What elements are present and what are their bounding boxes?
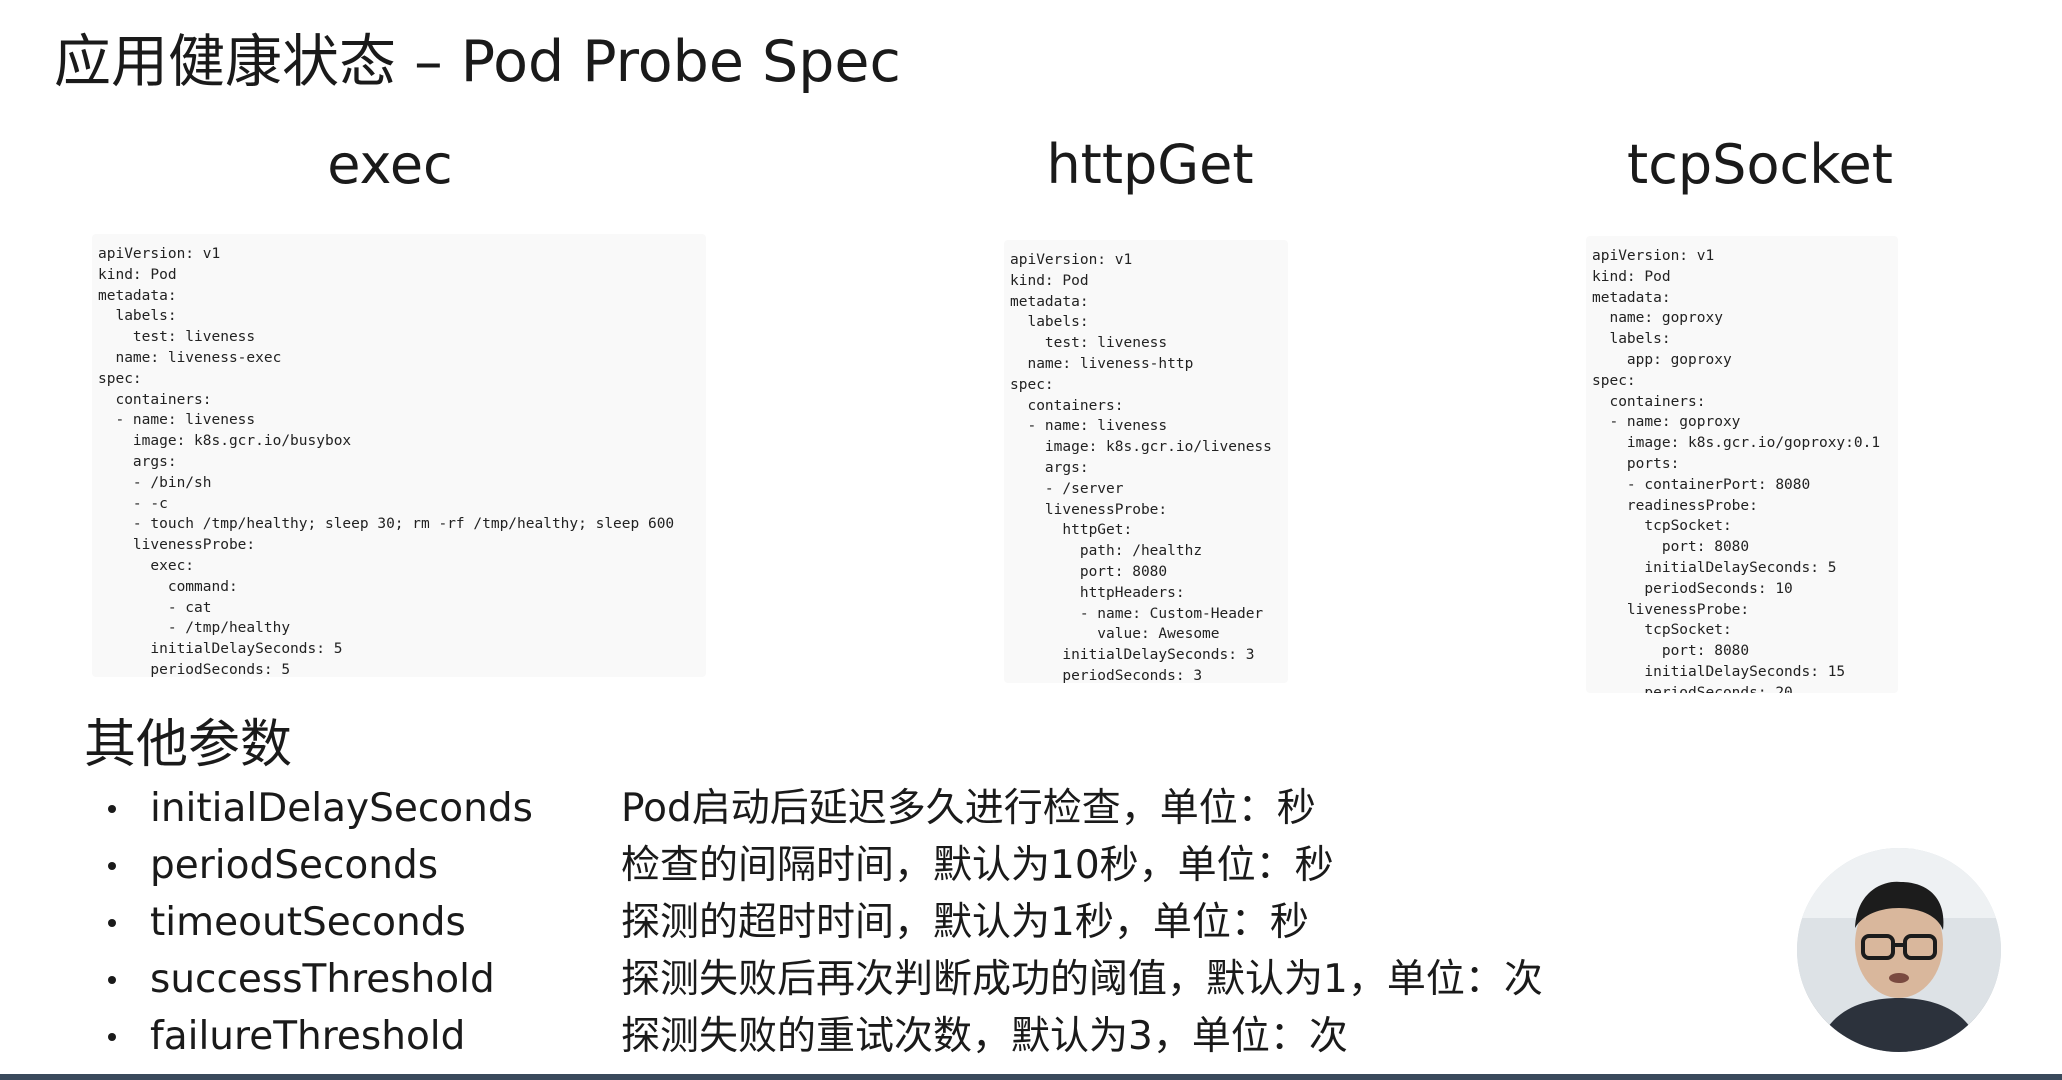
presenter-webcam-avatar [1797, 848, 2001, 1052]
param-name: periodSeconds [150, 843, 439, 888]
param-row: successThreshold 探测失败后再次判断成功的阈值，默认为1，单位：… [108, 952, 1608, 1008]
slide-title: 应用健康状态 – Pod Probe Spec [54, 29, 901, 95]
param-row: timeoutSeconds 探测的超时时间，默认为1秒，单位：秒 [108, 895, 1608, 951]
bullet-dot-icon [108, 805, 116, 813]
param-desc: Pod启动后延迟多久进行检查，单位：秒 [621, 786, 1316, 831]
param-name: failureThreshold [150, 1014, 466, 1059]
bullet-dot-icon [108, 1033, 116, 1041]
param-name: initialDelaySeconds [150, 786, 533, 831]
param-row: initialDelaySeconds Pod启动后延迟多久进行检查，单位：秒 [108, 781, 1608, 837]
code-block-httpget: apiVersion: v1 kind: Pod metadata: label… [1004, 240, 1288, 683]
code-block-tcpsocket: apiVersion: v1 kind: Pod metadata: name:… [1586, 236, 1898, 693]
code-text-httpget: apiVersion: v1 kind: Pod metadata: label… [1010, 252, 1272, 683]
column-heading-tcpsocket: tcpSocket [1627, 133, 1893, 196]
param-name: successThreshold [150, 957, 495, 1002]
section-title-other-params: 其他参数 [84, 715, 293, 775]
bullet-dot-icon [108, 862, 116, 870]
column-heading-exec: exec [327, 133, 453, 196]
code-block-exec: apiVersion: v1 kind: Pod metadata: label… [92, 234, 706, 677]
param-desc: 探测失败后再次判断成功的阈值，默认为1，单位：次 [621, 957, 1543, 1002]
param-row: failureThreshold 探测失败的重试次数，默认为3，单位：次 [108, 1009, 1608, 1065]
param-desc: 探测失败的重试次数，默认为3，单位：次 [621, 1014, 1348, 1059]
param-desc: 探测的超时时间，默认为1秒，单位：秒 [621, 900, 1309, 945]
code-text-tcpsocket: apiVersion: v1 kind: Pod metadata: name:… [1592, 248, 1881, 693]
param-row: periodSeconds 检查的间隔时间，默认为10秒，单位：秒 [108, 838, 1608, 894]
param-name: timeoutSeconds [150, 900, 466, 945]
bullet-dot-icon [108, 976, 116, 984]
code-text-exec: apiVersion: v1 kind: Pod metadata: label… [98, 246, 675, 677]
presenter-avatar-icon [1797, 848, 2001, 1052]
bottom-bar [0, 1074, 2062, 1080]
bullet-dot-icon [108, 919, 116, 927]
column-heading-httpget: httpGet [1046, 133, 1254, 196]
param-desc: 检查的间隔时间，默认为10秒，单位：秒 [621, 843, 1334, 888]
